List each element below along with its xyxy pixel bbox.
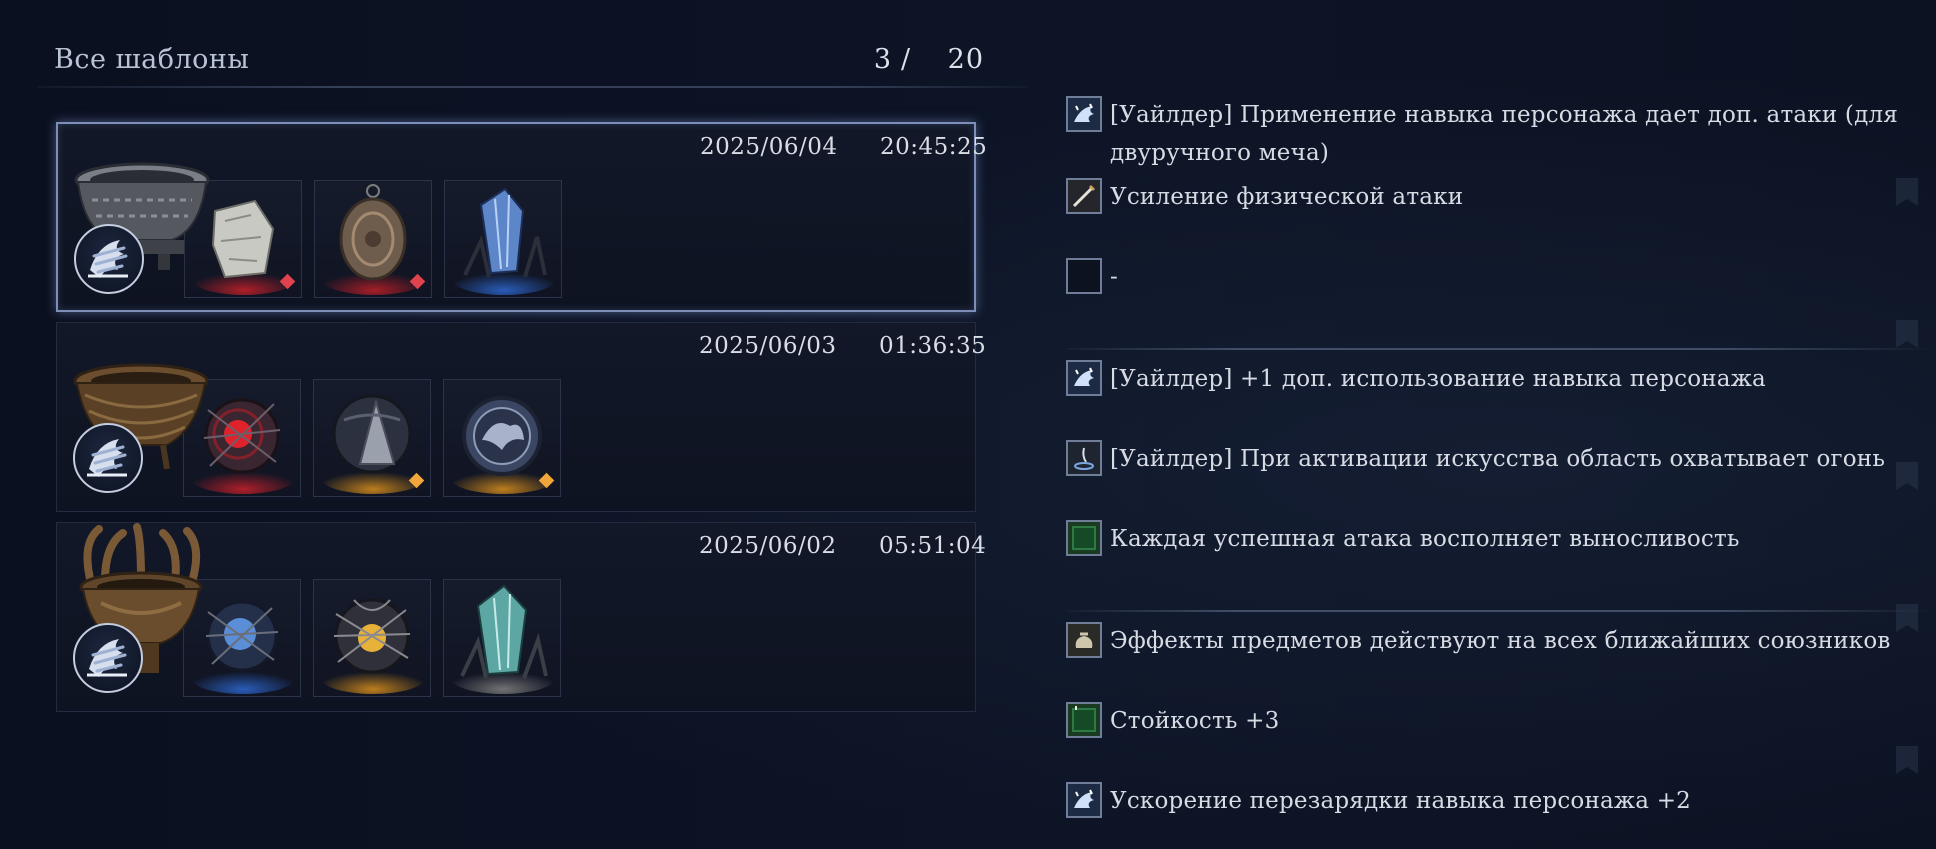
preset-time: 05:51:04 xyxy=(879,533,987,559)
character-skill-icon xyxy=(1066,782,1102,818)
character-skill-icon xyxy=(1066,96,1102,132)
relic-slot[interactable] xyxy=(443,579,561,697)
background-relic-column xyxy=(1790,100,1936,849)
wylder-emblem-icon xyxy=(87,639,127,677)
relic-slot[interactable] xyxy=(444,180,562,298)
preset-count-separator: / xyxy=(900,44,912,75)
effect-text: Эффекты предметов действуют на всех ближ… xyxy=(1110,628,1891,654)
effect-row: [Уайлдер] При активации искусства област… xyxy=(1066,440,1916,478)
effect-row: [Уайлдер] +1 доп. использование навыка п… xyxy=(1066,360,1916,398)
bookmark-icon xyxy=(1896,746,1918,774)
gold-thorn-orb-relic-icon xyxy=(321,598,425,694)
relic-presets-screen: Все шаблоны 3 / 20 2025/06/04 20:45:25 2… xyxy=(0,0,1936,849)
empty-slot-icon xyxy=(1066,258,1102,294)
preset-date: 2025/06/02 xyxy=(699,533,837,559)
character-skill-icon xyxy=(1066,360,1102,396)
effect-text: - xyxy=(1110,264,1118,290)
preset-count-current: 3 xyxy=(873,44,892,75)
effect-row: Усиление физической атаки xyxy=(1066,178,1916,216)
relic-slot[interactable] xyxy=(314,180,432,298)
teal-crystal-relic-icon xyxy=(451,584,555,694)
preset-card[interactable]: 2025/06/02 05:51:04 xyxy=(56,522,986,712)
effect-text: Стойкость +3 xyxy=(1110,708,1280,734)
relic-slot[interactable] xyxy=(313,579,431,697)
wylder-emblem-icon xyxy=(88,240,128,278)
effect-text: [Уайлдер] +1 доп. использование навыка п… xyxy=(1110,366,1766,392)
bookmark-icon xyxy=(1896,604,1918,632)
character-badge xyxy=(73,623,143,693)
art-flame-icon xyxy=(1066,440,1102,476)
character-badge xyxy=(73,423,143,493)
preset-list-title: Все шаблоны xyxy=(54,44,250,75)
character-badge xyxy=(74,224,144,294)
effect-text: Усиление физической атаки xyxy=(1110,184,1464,210)
preset-date: 2025/06/03 xyxy=(699,333,837,359)
effect-text: Каждая успешная атака восполняет выносли… xyxy=(1110,526,1740,552)
effect-row: Стойкость +3 xyxy=(1066,702,1916,740)
relic-slot[interactable] xyxy=(313,379,431,497)
relic-slot[interactable] xyxy=(443,379,561,497)
preset-time: 01:36:35 xyxy=(879,333,987,359)
preset-date: 2025/06/04 xyxy=(700,134,838,160)
preset-count: 3 / 20 xyxy=(856,44,984,75)
blue-crystal-relic-icon xyxy=(452,187,556,295)
effect-row: [Уайлдер] Применение навыка персонажа да… xyxy=(1066,96,1916,172)
pouch-icon xyxy=(1066,622,1102,658)
effect-row: Ускорение перезарядки навыка персонажа +… xyxy=(1066,782,1916,820)
preset-card[interactable]: 2025/06/04 20:45:25 xyxy=(56,122,987,312)
effect-row: - xyxy=(1066,258,1916,296)
stamina-green-icon xyxy=(1066,520,1102,556)
bookmark-icon xyxy=(1896,178,1918,206)
stat-up-green-icon xyxy=(1066,702,1102,738)
sword-icon xyxy=(1066,178,1102,214)
effect-text: Ускорение перезарядки навыка персонажа +… xyxy=(1110,788,1691,814)
bookmark-icon xyxy=(1896,462,1918,490)
header-divider xyxy=(38,86,1028,88)
wylder-emblem-icon xyxy=(87,439,127,477)
bookmark-icon xyxy=(1896,320,1918,348)
effect-row: Эффекты предметов действуют на всех ближ… xyxy=(1066,622,1916,660)
preset-time: 20:45:25 xyxy=(880,134,988,160)
effect-text: [Уайлдер] При активации искусства област… xyxy=(1110,446,1886,472)
preset-list-header: Все шаблоны 3 / 20 xyxy=(54,44,984,80)
preset-count-total: 20 xyxy=(947,44,984,75)
preset-card[interactable]: 2025/06/03 01:36:35 xyxy=(56,322,986,512)
effect-row: Каждая успешная атака восполняет выносли… xyxy=(1066,520,1916,558)
